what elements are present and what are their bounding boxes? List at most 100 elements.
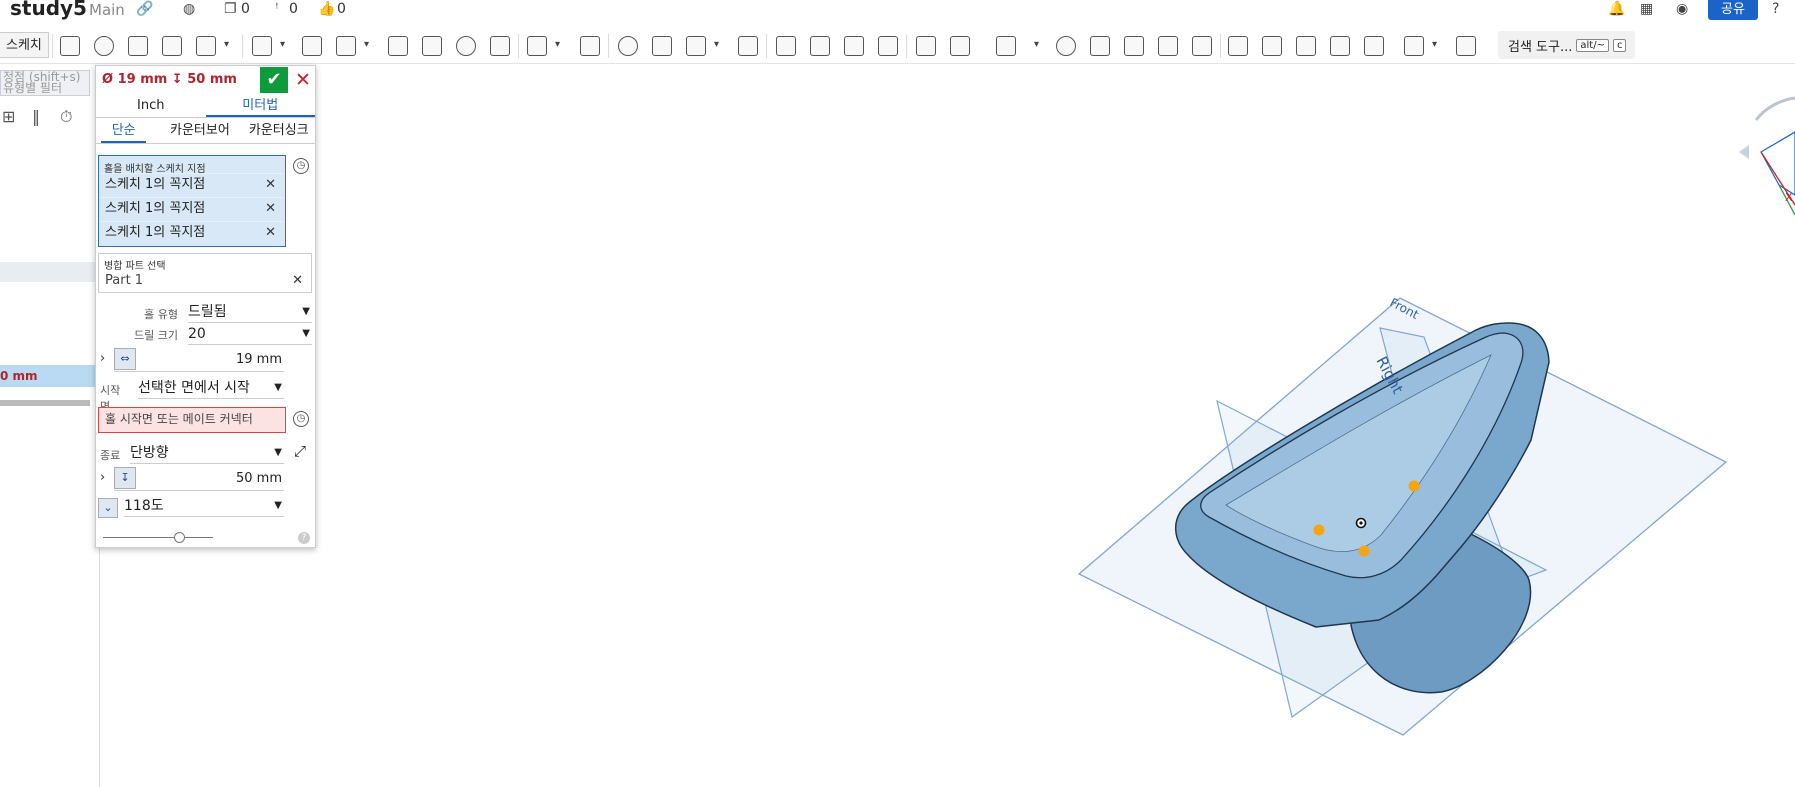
feature-row-selected[interactable]: 0 mm [0, 365, 100, 387]
add-custom-feature-icon[interactable] [1456, 36, 1476, 56]
graphics-viewport[interactable]: Front Right X [101, 65, 1795, 787]
branch-name[interactable]: Main [89, 1, 125, 19]
boolean-icon[interactable] [618, 36, 638, 56]
derived-icon[interactable] [1158, 36, 1178, 56]
document-title[interactable]: study5 [10, 0, 87, 20]
delete-part-icon[interactable] [738, 36, 758, 56]
fit-spline-icon[interactable] [1090, 36, 1110, 56]
learning-icon[interactable]: ◉ [1676, 1, 1688, 17]
sketch-points-selection[interactable]: 홀을 배치할 스케치 지점 스케치 1의 꼭지점 ✕ 스케치 1의 꼭지점 ✕ … [98, 155, 286, 247]
history-icon[interactable]: ◷ [293, 158, 309, 174]
cancel-button[interactable]: ✕ [292, 67, 314, 93]
tab-metric[interactable]: 미터법 [205, 96, 315, 117]
loft-icon[interactable] [162, 36, 182, 56]
pause-icon[interactable]: ‖ [32, 107, 40, 126]
hole-style-select[interactable]: 드릴됨 ▼ [188, 303, 312, 323]
remove-icon[interactable]: ✕ [265, 198, 276, 219]
help-icon[interactable]: ? [298, 532, 310, 544]
add-folder-icon[interactable]: ⊞ [2, 107, 15, 126]
delete-face-icon[interactable] [810, 36, 830, 56]
chevron-right-icon[interactable]: › [100, 351, 105, 366]
link-icon[interactable]: 🔗 [136, 1, 153, 17]
hole-point-marker[interactable] [1408, 480, 1420, 492]
variable-icon[interactable] [1124, 36, 1144, 56]
draft-icon[interactable] [336, 36, 356, 56]
model-canvas[interactable]: Front Right X [101, 65, 1795, 787]
plane-icon[interactable] [916, 36, 936, 56]
pattern-icon[interactable] [527, 36, 547, 56]
sketch-button[interactable]: 스케치 [0, 32, 49, 58]
hole-point-marker[interactable] [1358, 545, 1370, 557]
transform-icon[interactable] [686, 36, 706, 56]
thread-icon[interactable] [490, 36, 510, 56]
corner-icon[interactable] [1364, 36, 1384, 56]
end-select[interactable]: 단방향 ▼ [130, 444, 284, 464]
frame-icon[interactable] [1404, 36, 1424, 56]
tab-icon[interactable] [1296, 36, 1316, 56]
modify-fillet-icon[interactable] [776, 36, 796, 56]
hole-point-marker[interactable] [1313, 524, 1325, 536]
insight-icon[interactable]: ꜝ [275, 1, 279, 17]
globe-icon[interactable]: ◍ [183, 1, 195, 17]
chevron-down-icon[interactable]: ▾ [1432, 39, 1437, 50]
chevron-down-icon[interactable]: ▾ [364, 39, 369, 50]
selected-point[interactable]: 스케치 1의 꼭지점 ✕ [99, 173, 284, 194]
remove-icon[interactable]: ✕ [265, 174, 276, 195]
diameter-input[interactable]: ⇔ 19 mm [114, 348, 284, 372]
history-icon[interactable]: ◷ [293, 411, 309, 427]
thicken-icon[interactable] [196, 36, 216, 56]
bell-icon[interactable]: 🔔 [1608, 1, 1625, 17]
rollback-bar[interactable] [0, 400, 90, 406]
chevron-down-icon[interactable]: ▾ [280, 39, 285, 50]
start-select[interactable]: 선택한 면에서 시작 ▼ [138, 379, 284, 399]
fillet-icon[interactable] [252, 36, 272, 56]
tab-inch[interactable]: Inch [96, 96, 206, 117]
tab-counterbore[interactable]: 카운터보어 [161, 121, 238, 143]
rotate-left-arrow-icon[interactable] [1739, 145, 1749, 159]
like-icon[interactable]: 👍 [318, 1, 335, 17]
depth-input[interactable]: ↧ 50 mm [114, 467, 284, 491]
view-cube[interactable] [1760, 131, 1795, 196]
shell-icon[interactable] [422, 36, 442, 56]
tessellation-slider-track[interactable] [103, 537, 213, 538]
remove-icon[interactable]: ✕ [265, 222, 276, 243]
tag-icon[interactable] [1192, 36, 1212, 56]
hole-icon[interactable] [456, 36, 476, 56]
tab-countersink[interactable]: 카운터싱크 [242, 121, 315, 143]
new-sketch-icon[interactable] [60, 36, 80, 56]
feature-row[interactable] [0, 262, 100, 282]
rotate-arrow-icon[interactable] [1754, 96, 1795, 121]
apps-grid-icon[interactable]: ▦ [1640, 1, 1653, 17]
tab-simple[interactable]: 단순 [101, 121, 147, 143]
chevron-down-icon[interactable]: ▾ [714, 39, 719, 50]
measure-icon[interactable] [1056, 36, 1076, 56]
revolve-icon[interactable] [94, 36, 114, 56]
selected-point[interactable]: 스케치 1의 꼭지점 ✕ [99, 221, 284, 242]
merge-part-selection[interactable]: 병합 파트 선택 Part 1 ✕ [98, 253, 312, 293]
drill-size-select[interactable]: 20 ▼ [188, 325, 312, 345]
share-button[interactable]: 공유 [1708, 0, 1758, 20]
tessellation-slider-knob[interactable] [174, 532, 185, 543]
selected-point[interactable]: 스케치 1의 꼭지점 ✕ [99, 197, 284, 218]
rib-icon[interactable] [388, 36, 408, 56]
chevron-down-icon[interactable]: ▾ [224, 39, 229, 50]
chevron-down-icon[interactable]: ▾ [555, 39, 560, 50]
search-tools-button[interactable]: 검색 도구... alt/~ c [1498, 31, 1635, 59]
remove-icon[interactable]: ✕ [292, 273, 303, 288]
sweep-icon[interactable] [128, 36, 148, 56]
flip-direction-icon[interactable]: ⤢ [294, 442, 306, 460]
chevron-down-icon[interactable]: ▾ [1034, 39, 1039, 50]
chevron-right-icon[interactable]: › [100, 470, 105, 485]
start-face-selection[interactable]: 홀 시작면 또는 메이트 커넥터 [98, 407, 286, 433]
tip-angle-select[interactable]: 118도 ▼ [124, 497, 284, 517]
confirm-button[interactable]: ✔ [260, 67, 288, 93]
help-icon[interactable]: ? [1772, 1, 1779, 17]
mirror-icon[interactable] [580, 36, 600, 56]
stopwatch-icon[interactable]: ⏱ [60, 107, 72, 127]
versions-icon[interactable]: ❐ [224, 1, 237, 17]
helix-icon[interactable] [996, 36, 1016, 56]
flange-icon[interactable] [1262, 36, 1282, 56]
sheet-metal-icon[interactable] [1228, 36, 1248, 56]
chamfer-icon[interactable] [302, 36, 322, 56]
mate-connector-icon[interactable] [950, 36, 970, 56]
